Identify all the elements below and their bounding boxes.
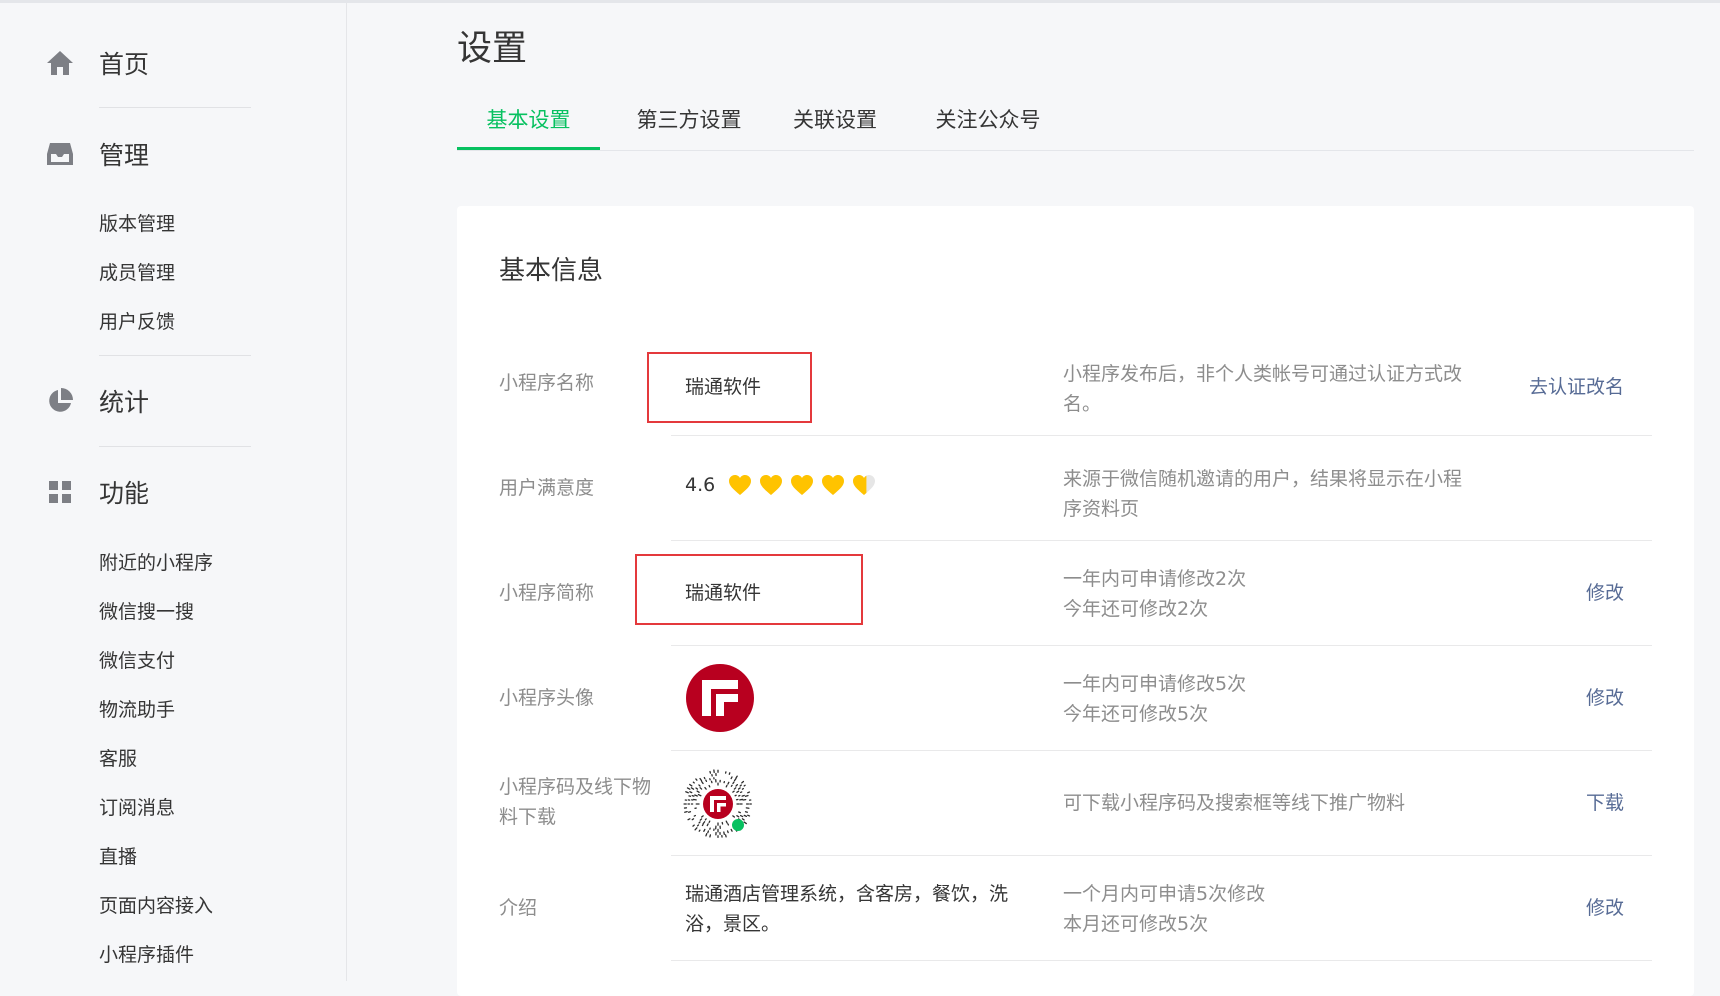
nav-home-label: 首页	[99, 45, 149, 81]
row-short-name: 小程序简称 瑞通软件 一年内可申请修改2次 今年还可修改2次 修改	[457, 541, 1694, 646]
row-divider	[671, 960, 1652, 961]
tip-line: 一年内可申请修改5次	[1063, 669, 1463, 699]
sidebar-item-live[interactable]: 直播	[99, 842, 137, 869]
sidebar-item-logistics[interactable]: 物流助手	[99, 695, 175, 722]
sidebar-item-content[interactable]: 页面内容接入	[99, 891, 213, 918]
mini-program-code[interactable]	[683, 769, 753, 843]
tab-follow-account[interactable]: 关注公众号	[921, 102, 1055, 150]
download-link[interactable]: 下载	[1586, 788, 1624, 815]
sidebar-item-feedback[interactable]: 用户反馈	[99, 307, 175, 334]
nav-divider	[99, 446, 251, 447]
rating-value: 4.6	[685, 474, 715, 496]
heart-full-icon	[728, 474, 752, 496]
row-intro: 介绍 瑞通酒店管理系统，含客房，餐饮，洗浴，景区。 一个月内可申请5次修改 本月…	[457, 856, 1694, 961]
nav-stats[interactable]: 统计	[44, 381, 149, 421]
pie-chart-icon	[44, 385, 76, 417]
sidebar-item-pay[interactable]: 微信支付	[99, 646, 175, 673]
row-value: 瑞通酒店管理系统，含客房，餐饮，洗浴，景区。	[685, 879, 1020, 939]
main-content: 设置 基本设置 第三方设置 关联设置 关注公众号 基本信息 小程序名称 瑞通软件…	[457, 0, 1697, 981]
inbox-icon	[44, 138, 76, 170]
rating: 4.6	[685, 474, 876, 496]
row-tip: 一年内可申请修改5次 今年还可修改5次	[1063, 669, 1463, 729]
basic-info-card: 基本信息 小程序名称 瑞通软件 小程序发布后，非个人类帐号可通过认证方式改名。 …	[457, 206, 1694, 996]
edit-avatar-link[interactable]: 修改	[1586, 683, 1624, 710]
row-label: 小程序码及线下物料下载	[499, 772, 659, 832]
row-tip: 小程序发布后，非个人类帐号可通过认证方式改名。	[1063, 359, 1463, 419]
nav-features-label: 功能	[99, 474, 149, 510]
row-tip: 可下载小程序码及搜索框等线下推广物料	[1063, 788, 1463, 818]
row-value: 瑞通软件	[685, 372, 761, 399]
sidebar-item-nearby[interactable]: 附近的小程序	[99, 548, 213, 575]
heart-full-icon	[821, 474, 845, 496]
nav-manage[interactable]: 管理	[44, 134, 149, 174]
home-icon	[44, 47, 76, 79]
row-tip: 来源于微信随机邀请的用户，结果将显示在小程序资料页	[1063, 464, 1463, 524]
tab-basic-settings[interactable]: 基本设置	[457, 102, 600, 150]
row-tip: 一年内可申请修改2次 今年还可修改2次	[1063, 564, 1463, 624]
sidebar-item-members[interactable]: 成员管理	[99, 258, 175, 285]
rename-by-verify-link[interactable]: 去认证改名	[1529, 372, 1624, 399]
edit-short-name-link[interactable]: 修改	[1586, 578, 1624, 605]
nav-stats-label: 统计	[99, 383, 149, 419]
sidebar: 首页 管理 版本管理 成员管理 用户反馈 统计 功能 附近的小程序 微信搜一搜 …	[0, 3, 347, 981]
row-name: 小程序名称 瑞通软件 小程序发布后，非个人类帐号可通过认证方式改名。 去认证改名	[457, 331, 1694, 436]
nav-home[interactable]: 首页	[44, 43, 149, 83]
row-value: 瑞通软件	[685, 578, 761, 605]
grid-icon	[44, 476, 76, 508]
heart-rating	[728, 474, 876, 496]
tip-line: 今年还可修改2次	[1063, 594, 1463, 624]
heart-full-icon	[759, 474, 783, 496]
card-title: 基本信息	[499, 250, 603, 287]
row-label: 小程序名称	[499, 368, 659, 398]
app-avatar	[685, 663, 755, 737]
tip-line: 一个月内可申请5次修改	[1063, 879, 1463, 909]
edit-intro-link[interactable]: 修改	[1586, 893, 1624, 920]
heart-full-icon	[790, 474, 814, 496]
tab-third-party-settings[interactable]: 第三方设置	[622, 102, 756, 150]
tip-line: 今年还可修改5次	[1063, 699, 1463, 729]
nav-features[interactable]: 功能	[44, 472, 149, 512]
sidebar-item-subscribe[interactable]: 订阅消息	[99, 793, 175, 820]
row-label: 用户满意度	[499, 473, 659, 503]
tip-line: 本月还可修改5次	[1063, 909, 1463, 939]
row-label: 小程序头像	[499, 683, 659, 713]
sidebar-item-version[interactable]: 版本管理	[99, 209, 175, 236]
page-title: 设置	[457, 20, 527, 71]
tab-bar: 基本设置 第三方设置 关联设置 关注公众号	[457, 102, 1694, 151]
nav-manage-label: 管理	[99, 136, 149, 172]
row-satisfaction: 用户满意度 4.6 来源于微信随机邀请的用户，结果将显示在小程序资料页	[457, 436, 1694, 541]
sidebar-item-plugin[interactable]: 小程序插件	[99, 940, 194, 967]
nav-divider	[99, 355, 251, 356]
tip-line: 一年内可申请修改2次	[1063, 564, 1463, 594]
nav-divider	[99, 107, 251, 108]
sidebar-item-search[interactable]: 微信搜一搜	[99, 597, 194, 624]
row-tip: 一个月内可申请5次修改 本月还可修改5次	[1063, 879, 1463, 939]
sidebar-item-service[interactable]: 客服	[99, 744, 137, 771]
tab-related-settings[interactable]: 关联设置	[778, 102, 892, 150]
row-label: 介绍	[499, 893, 659, 923]
row-qrcode: 小程序码及线下物料下载 可下载小程序码及搜索框等线下推广物料 下载	[457, 751, 1694, 856]
row-avatar: 小程序头像 一年内可申请修改5次 今年还可修改5次 修改	[457, 646, 1694, 751]
heart-partial-icon	[852, 474, 876, 496]
